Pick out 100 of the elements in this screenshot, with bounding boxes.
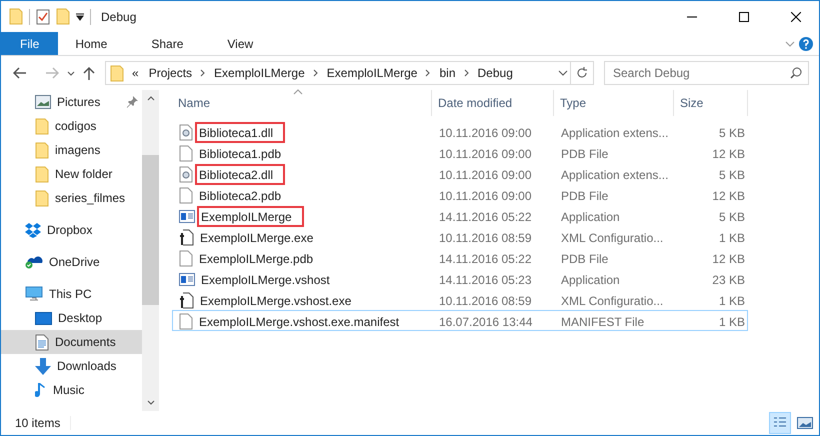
- path-overflow[interactable]: «: [130, 66, 141, 80]
- window-title: Debug: [101, 10, 138, 24]
- size-cell-text: 1 KB: [718, 314, 746, 328]
- breadcrumb[interactable]: ExemploILMerge: [212, 66, 307, 80]
- file-row[interactable]: ExemploILMerge.exe 10.11.2016 08:59 XML Configuratio... 1 KB: [172, 226, 748, 247]
- file-row[interactable]: Biblioteca2.dll 10.11.2016 09:00 Application extens... 5 KB: [172, 163, 748, 184]
- breadcrumb[interactable]: Projects: [146, 66, 194, 80]
- dropdown-icon[interactable]: [76, 12, 84, 20]
- file-row[interactable]: Biblioteca1.pdb 10.11.2016 09:00 PDB File 12 KB: [172, 142, 748, 163]
- date-cell-text: 10.11.2016 09:00: [438, 126, 533, 140]
- address-bar[interactable]: « Projects ExemploILMerge ExemploILMerge bin Debug: [105, 61, 594, 85]
- chevron-right-icon: [425, 69, 432, 77]
- sidebar-item[interactable]: Music: [1, 378, 142, 402]
- chevron-right-icon: [464, 69, 470, 77]
- sidebar-label: New folder: [55, 167, 112, 181]
- application-window-icon: [179, 210, 195, 223]
- file-name: ExemploILMerge.exe: [199, 230, 314, 246]
- type-cell-text: Application: [560, 210, 621, 224]
- search-icon: [790, 67, 802, 79]
- sidebar-item[interactable]: codigos: [1, 114, 142, 138]
- address-dropdown-icon[interactable]: [556, 68, 570, 78]
- file-icon: [179, 187, 193, 204]
- breadcrumb[interactable]: Debug: [476, 66, 515, 80]
- ribbon-tab[interactable]: View: [210, 32, 270, 55]
- up-arrow-icon[interactable]: [81, 64, 97, 82]
- sidebar-item[interactable]: Desktop: [1, 306, 142, 330]
- file-row[interactable]: Biblioteca1.dll 10.11.2016 09:00 Application extens... 5 KB: [172, 121, 748, 142]
- file-row[interactable]: ExemploILMerge.vshost.exe.manifest 16.07.2016 13:44 MANIFEST File 1 KB: [172, 310, 748, 331]
- sidebar-item[interactable]: OneDrive: [1, 250, 142, 274]
- type-cell-text: PDB File: [560, 188, 610, 202]
- file-name: Biblioteca2.pdb: [198, 188, 282, 204]
- ribbon-tab[interactable]: Home: [58, 32, 124, 55]
- sidebar-label: Music: [53, 383, 84, 397]
- breadcrumb[interactable]: ExemploILMerge: [324, 66, 420, 80]
- sidebar-item[interactable]: Dropbox: [1, 218, 142, 242]
- folder-icon: [35, 142, 49, 158]
- ribbon-tab[interactable]: Share: [134, 32, 200, 55]
- checklist-icon[interactable]: [36, 8, 50, 24]
- size-cell-text: 23 KB: [711, 272, 746, 286]
- file-name: ExemploILMerge.pdb: [198, 250, 314, 268]
- column-header[interactable]: Type: [554, 90, 674, 116]
- scrollbar-thumb[interactable]: [142, 155, 159, 305]
- sidebar-item[interactable]: Downloads: [1, 354, 142, 378]
- date-cell-text: 16.07.2016 13:44: [438, 314, 534, 328]
- scrollbar[interactable]: [142, 90, 159, 411]
- column-header[interactable]: Name: [172, 90, 432, 116]
- sidebar-item[interactable]: Documents: [1, 330, 142, 354]
- sidebar-label: imagens: [55, 143, 100, 157]
- refresh-icon: [576, 67, 588, 79]
- type-cell-text: Application: [560, 272, 621, 286]
- folder-icon: [35, 166, 49, 182]
- file-name: ExemploILMerge.vshost.exe: [199, 292, 352, 310]
- sidebar-item[interactable]: New folder: [1, 162, 142, 186]
- file-row[interactable]: ExemploILMerge 14.11.2016 05:22 Application 5 KB: [172, 205, 748, 226]
- gear-file-icon: [179, 166, 193, 183]
- details-view-button[interactable]: [769, 412, 791, 434]
- file-name: ExemploILMerge.vshost.exe.manifest: [198, 314, 400, 330]
- size-cell-text: 12 KB: [711, 252, 746, 266]
- folder-icon: [110, 64, 124, 82]
- file-icon: [179, 250, 193, 267]
- size-cell-text: 12 KB: [711, 146, 746, 160]
- search-field[interactable]: Search Debug: [604, 61, 809, 85]
- breadcrumb[interactable]: bin: [437, 66, 458, 80]
- date-cell-text: 14.11.2016 05:22: [438, 210, 533, 224]
- download-arrow-icon: [35, 358, 51, 374]
- sidebar-label: Desktop: [58, 311, 102, 325]
- type-cell-text: Application extens...: [560, 168, 670, 182]
- close-icon: [791, 12, 801, 22]
- file-row[interactable]: Biblioteca2.pdb 10.11.2016 09:00 PDB File 12 KB: [172, 184, 748, 205]
- sidebar-item[interactable]: Pictures: [1, 90, 142, 114]
- type-cell-text: XML Configuratio...: [560, 230, 664, 244]
- file-menu-tab[interactable]: File: [1, 32, 58, 55]
- file-name: Biblioteca2.dll: [195, 164, 286, 185]
- sidebar-item[interactable]: series_filmes: [1, 186, 142, 210]
- config-file-icon: [179, 292, 194, 309]
- desktop-icon: [35, 312, 52, 324]
- sort-caret-icon: [293, 89, 303, 95]
- column-header[interactable]: Date modified: [432, 90, 554, 116]
- file-row[interactable]: ExemploILMerge.vshost.exe 10.11.2016 08:59 XML Configuratio... 1 KB: [172, 289, 748, 310]
- sidebar-item[interactable]: imagens: [1, 138, 142, 162]
- file-row[interactable]: ExemploILMerge.pdb 14.11.2016 05:22 PDB File 12 KB: [172, 247, 748, 268]
- file-row[interactable]: ExemploILMerge.vshost 14.11.2016 05:23 Application 23 KB: [172, 268, 748, 289]
- sidebar-label: Dropbox: [47, 223, 92, 237]
- gear-file-icon: [179, 124, 193, 141]
- item-count: 10 items: [15, 416, 72, 430]
- maximize-icon: [739, 12, 749, 22]
- chevron-right-icon: [312, 69, 319, 77]
- sidebar-label: Documents: [55, 335, 116, 349]
- sidebar-label: Pictures: [57, 95, 100, 109]
- size-cell-text: 12 KB: [711, 188, 746, 202]
- chevron-right-icon: [200, 69, 206, 77]
- column-header[interactable]: Size: [674, 90, 748, 116]
- file-icon: [179, 145, 193, 162]
- date-cell-text: 10.11.2016 08:59: [438, 230, 533, 244]
- recent-dropdown-icon[interactable]: [65, 68, 77, 78]
- size-cell-text: 1 KB: [718, 294, 746, 308]
- computer-icon: [25, 286, 43, 302]
- back-arrow-icon[interactable]: [11, 65, 29, 81]
- size-cell-text: 5 KB: [718, 210, 746, 224]
- sidebar-item[interactable]: This PC: [1, 282, 142, 306]
